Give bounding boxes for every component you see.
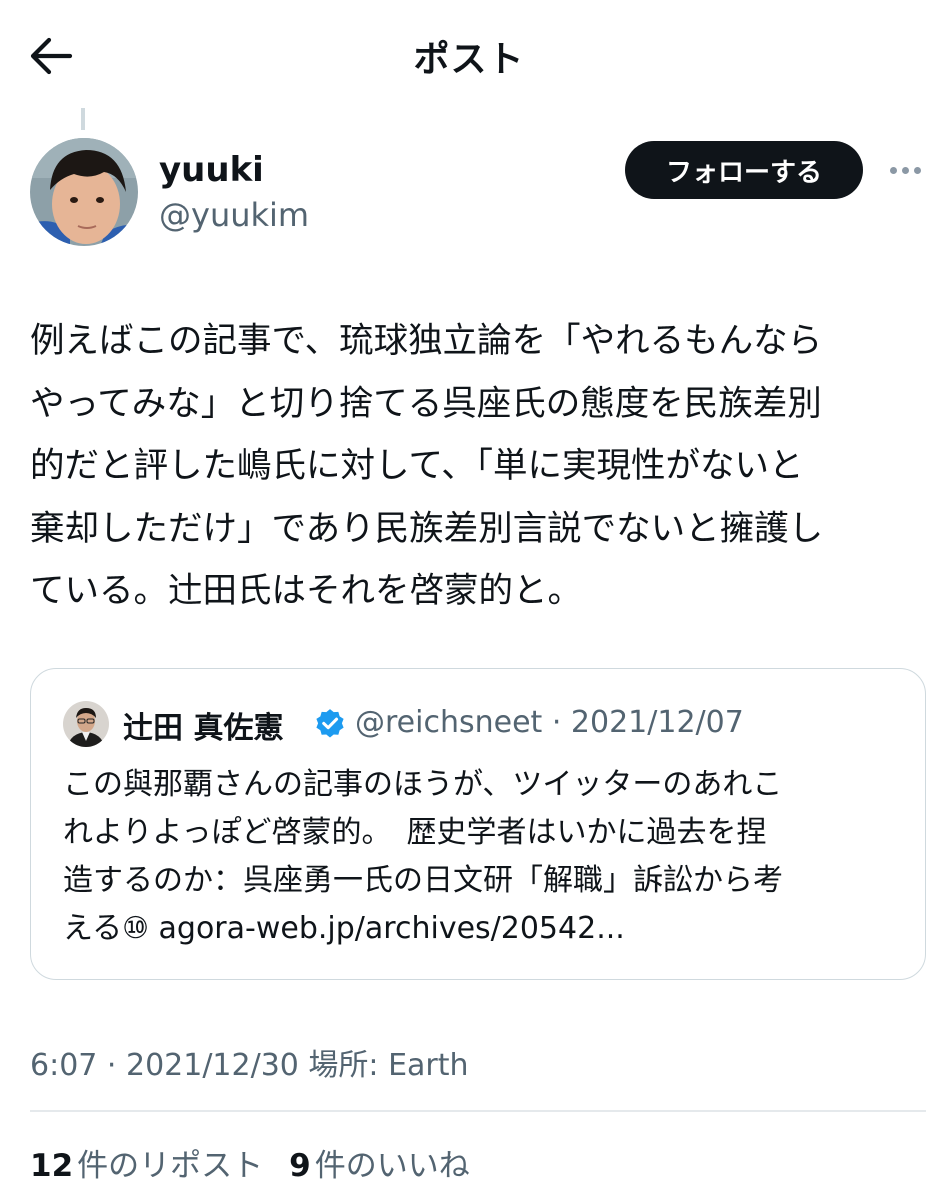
more-horizontal-icon (889, 166, 897, 174)
reposts-label: 件のリポスト (77, 1148, 264, 1184)
page-title: ポスト (413, 39, 525, 80)
engagement-stats: 12 件のリポスト 9 件のいいね (30, 1140, 496, 1185)
post-text-line: やってみな」と切り捨てる呉座氏の態度を民族差別 (30, 383, 822, 424)
user-handle[interactable]: @yuukim (159, 196, 309, 234)
post-text: 例えばこの記事で、琉球独立論を「やれるもんなら やってみな」と切り捨てる呉座氏の態… (30, 310, 930, 623)
post-text-line: 的だと評した嶋氏に対して、「単に実現性がないと (30, 446, 804, 486)
quoted-text-line: 造するのか：呉座勇一氏の日文研「解職」訴訟から考 (63, 863, 783, 898)
quoted-avatar (63, 701, 109, 747)
post-timestamp[interactable]: 6:07 · 2021/12/30 場所: Earth (30, 1040, 469, 1084)
more-options-button[interactable] (883, 152, 927, 188)
more-horizontal-icon (901, 166, 909, 174)
quoted-meta: @reichsneet · 2021/12/07 (355, 705, 744, 740)
post-text-line: 例えばこの記事で、琉球独立論を「やれるもんなら (30, 321, 823, 361)
more-horizontal-icon (913, 166, 921, 174)
verified-badge-icon (316, 709, 344, 738)
quoted-display-name: 辻田 真佐憲 (123, 711, 284, 746)
post-text-line: ている。辻田氏はそれを啓蒙的と。 (30, 571, 582, 611)
quoted-text-line: この與那覇さんの記事のほうが、ツイッターのあれこ (63, 767, 783, 802)
post-text-line: 棄却しただけ」であり民族差別言説でないと擁護し (30, 508, 824, 549)
likes-stat[interactable]: 9 件のいいね (289, 1140, 470, 1185)
thread-connector-line (81, 108, 85, 130)
follow-button[interactable]: フォローする (625, 141, 863, 199)
top-bar: ポスト (0, 0, 938, 108)
divider (30, 1110, 926, 1112)
reposts-stat[interactable]: 12 件のリポスト (30, 1140, 263, 1185)
avatar[interactable] (30, 138, 138, 246)
display-name[interactable]: yuuki (159, 150, 264, 190)
reposts-count: 12 (30, 1148, 74, 1184)
likes-count: 9 (289, 1148, 311, 1184)
quoted-text-line: える⑩ agora-web.jp/archives/20542... (63, 911, 625, 946)
likes-label: 件のいいね (314, 1148, 470, 1184)
quoted-post-card[interactable]: 辻田 真佐憲 @reichsneet · 2021/12/07 この與那覇さんの… (30, 668, 926, 980)
quoted-text-line: れよりよっぽど啓蒙的。 歴史学者はいかに過去を捏 (63, 815, 767, 850)
quoted-text: この與那覇さんの記事のほうが、ツイッターのあれこ れよりよっぽど啓蒙的。 歴史学者… (63, 761, 913, 953)
